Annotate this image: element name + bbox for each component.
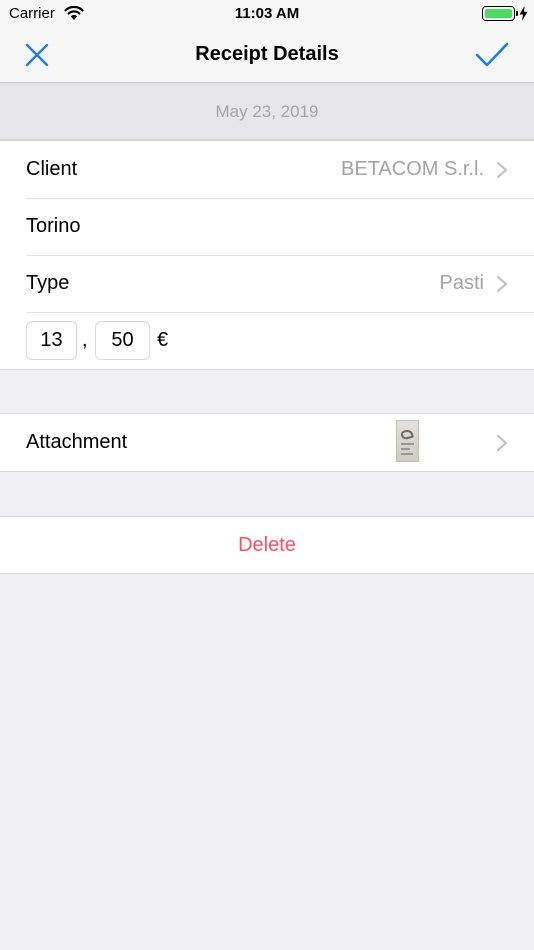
client-value: BETACOM S.r.l.	[341, 158, 484, 180]
status-bar: Carrier 11:03 AM	[0, 0, 534, 28]
battery-icon	[482, 6, 515, 21]
type-label: Type	[26, 272, 70, 294]
chevron-right-icon	[496, 275, 508, 293]
page-title: Receipt Details	[195, 43, 339, 65]
currency-symbol: €	[157, 329, 169, 351]
battery-nub	[516, 11, 518, 16]
details-group: Client BETACOM S.r.l. Torino Type Pasti …	[0, 140, 534, 370]
charging-bolt-icon	[519, 6, 528, 21]
amount-row: 13 , 50 €	[0, 312, 534, 369]
type-value: Pasti	[439, 272, 484, 294]
date-section-header: May 23, 2019	[0, 83, 534, 140]
navigation-bar: Receipt Details	[0, 28, 534, 83]
chevron-right-icon	[496, 161, 508, 179]
client-row[interactable]: Client BETACOM S.r.l.	[0, 141, 534, 198]
chevron-right-icon	[496, 434, 508, 452]
amount-decimal-field[interactable]: 50	[95, 321, 150, 360]
delete-group: Delete	[0, 516, 534, 574]
amount-integer-field[interactable]: 13	[26, 321, 77, 360]
attachment-group: Attachment	[0, 413, 534, 472]
attachment-row[interactable]: Attachment	[0, 414, 534, 471]
attachment-label: Attachment	[26, 431, 128, 453]
checkmark-icon[interactable]	[475, 41, 509, 69]
location-field[interactable]: Torino	[26, 215, 80, 238]
status-time: 11:03 AM	[234, 5, 300, 22]
type-row[interactable]: Type Pasti	[0, 255, 534, 312]
delete-button[interactable]: Delete	[0, 517, 534, 573]
delete-label: Delete	[238, 534, 296, 556]
location-row[interactable]: Torino	[0, 198, 534, 255]
receipt-date: May 23, 2019	[215, 102, 319, 121]
amount-separator: ,	[82, 329, 88, 351]
receipt-thumbnail-image[interactable]	[396, 420, 419, 462]
client-label: Client	[26, 158, 78, 180]
